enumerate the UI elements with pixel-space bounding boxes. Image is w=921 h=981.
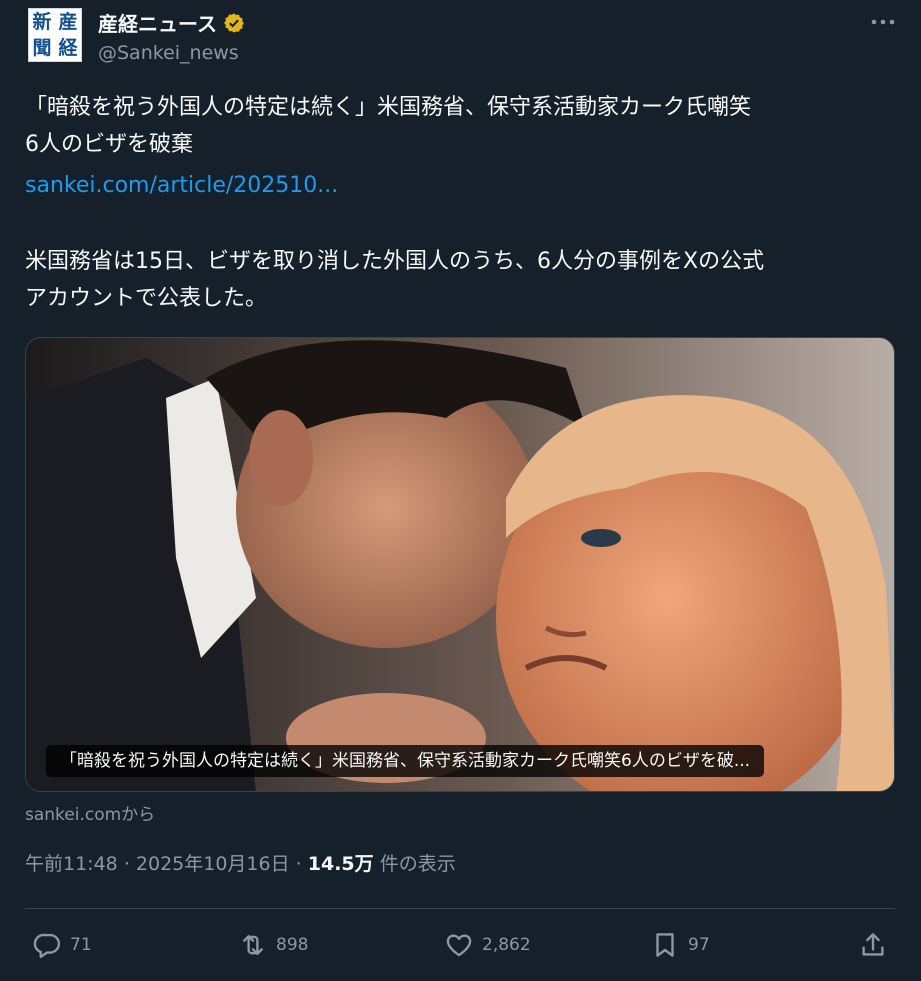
display-name[interactable]: 産経ニュース xyxy=(98,8,217,37)
card-source[interactable]: sankei.comから xyxy=(25,800,155,825)
post-body-line2: アカウントで公表した。 xyxy=(25,286,268,311)
share-icon xyxy=(862,933,884,956)
like-icon xyxy=(446,934,472,957)
link-preview-card[interactable]: 「暗殺を祝う外国人の特定は続く」米国務省、保守系活動家カーク氏嘲笑6人のビザを破… xyxy=(25,337,895,792)
meta-separator: · xyxy=(295,853,302,875)
avatar-char: 産 xyxy=(58,10,78,33)
reply-button[interactable]: 71 xyxy=(32,928,92,962)
avatar-char: 聞 xyxy=(32,36,52,59)
post-time[interactable]: 午前11:48 xyxy=(25,853,118,875)
post-meta: 午前11:48 · 2025年10月16日 · 14.5万 件の表示 xyxy=(25,849,456,876)
verified-badge-icon xyxy=(224,12,244,33)
article-link[interactable]: sankei.com/article/202510... xyxy=(25,168,905,204)
reply-count: 71 xyxy=(70,935,92,955)
post-date[interactable]: 2025年10月16日 xyxy=(136,853,290,875)
view-label: 件の表示 xyxy=(379,853,456,875)
repost-icon xyxy=(243,935,263,955)
bookmark-button[interactable]: 97 xyxy=(650,928,710,962)
like-button[interactable]: 2,862 xyxy=(444,928,531,962)
bookmark-icon xyxy=(656,933,674,957)
divider xyxy=(25,908,895,909)
share-button[interactable] xyxy=(858,928,888,962)
repost-button[interactable]: 898 xyxy=(238,928,308,962)
avatar-char: 経 xyxy=(58,36,78,59)
author-name-row[interactable]: 産経ニュース xyxy=(98,8,245,37)
card-caption: 「暗殺を祝う外国人の特定は続く」米国務省、保守系活動家カーク氏嘲笑6人のビザを破… xyxy=(46,745,765,777)
avatar[interactable]: 新 産 聞 経 xyxy=(28,8,82,62)
meta-separator: · xyxy=(123,853,130,875)
like-count: 2,862 xyxy=(482,935,531,955)
post-headline-line1: 「暗殺を祝う外国人の特定は続く」米国務省、保守系活動家カーク氏嘲笑 xyxy=(25,95,752,120)
handle[interactable]: @Sankei_news xyxy=(98,42,239,64)
post-body-line1: 米国務省は15日、ビザを取り消した外国人のうち、6人分の事例をXの公式 xyxy=(25,249,765,274)
reply-icon xyxy=(33,933,61,959)
avatar-char: 新 xyxy=(32,10,52,33)
more-icon[interactable] xyxy=(868,10,898,34)
view-count: 14.5万 xyxy=(307,853,374,875)
card-photo xyxy=(26,338,894,791)
bookmark-count: 97 xyxy=(688,935,710,955)
repost-count: 898 xyxy=(276,935,309,955)
post-headline-line2: 6人のビザを破棄 xyxy=(25,132,193,157)
